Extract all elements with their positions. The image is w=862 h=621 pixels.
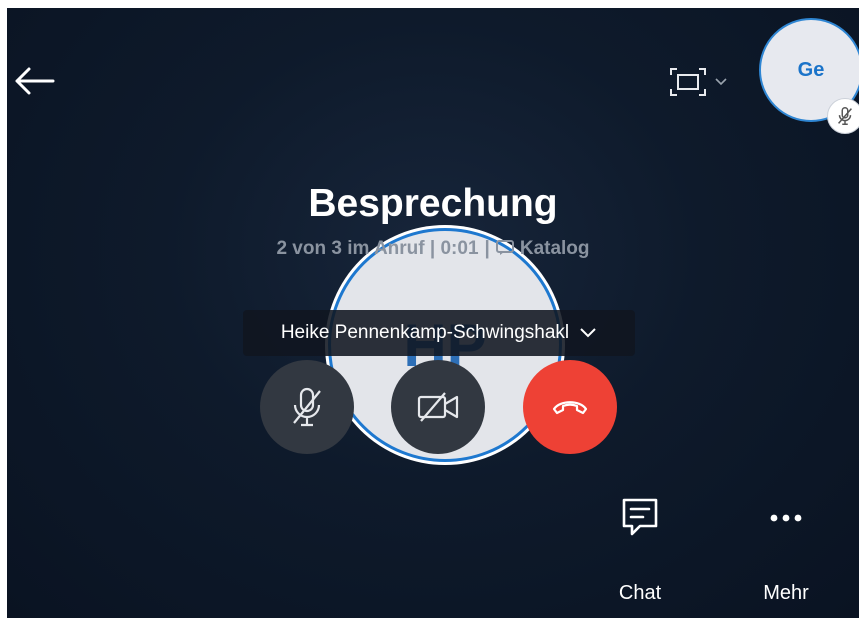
call-window: Ge HP Besprechung 2 von 3 im Anruf | 0:0…	[7, 8, 859, 618]
call-title: Besprechung	[308, 182, 558, 225]
call-subtitle: 2 von 3 im Anruf | 0:01 | Katalog	[7, 238, 859, 260]
mic-muted-icon	[838, 107, 852, 125]
chevron-down-icon	[715, 78, 727, 86]
self-preview[interactable]: Ge	[759, 18, 859, 136]
more-button[interactable]: Mehr	[741, 495, 831, 605]
call-status: 2 von 3 im Anruf | 0:01	[276, 238, 479, 259]
chevron-down-icon	[580, 328, 596, 338]
layout-view-button[interactable]	[668, 60, 742, 104]
hangup-icon	[552, 401, 588, 415]
participant-name-dropdown[interactable]: Heike Pennenkamp-Schwingshakl	[243, 310, 635, 356]
frame-icon	[670, 68, 706, 96]
participant-name: Heike Pennenkamp-Schwingshakl	[280, 322, 570, 343]
self-initials: Ge	[797, 58, 825, 81]
mute-button[interactable]	[260, 360, 354, 454]
camera-button[interactable]	[391, 360, 485, 454]
self-mute-badge	[827, 98, 859, 134]
chat-button[interactable]: Chat	[595, 495, 685, 605]
mic-muted-icon	[293, 387, 321, 427]
call-category: Katalog	[519, 238, 590, 259]
subtitle-separator: |	[484, 238, 490, 259]
chat-label: Chat	[618, 582, 662, 604]
camera-off-icon	[417, 392, 459, 422]
chat-bubble-icon	[495, 240, 514, 255]
arrow-left-icon	[15, 67, 55, 95]
chat-icon	[622, 498, 658, 536]
more-dots-icon	[770, 514, 802, 522]
back-button[interactable]	[11, 58, 57, 104]
hangup-button[interactable]	[523, 360, 617, 454]
more-label: Mehr	[763, 582, 809, 604]
